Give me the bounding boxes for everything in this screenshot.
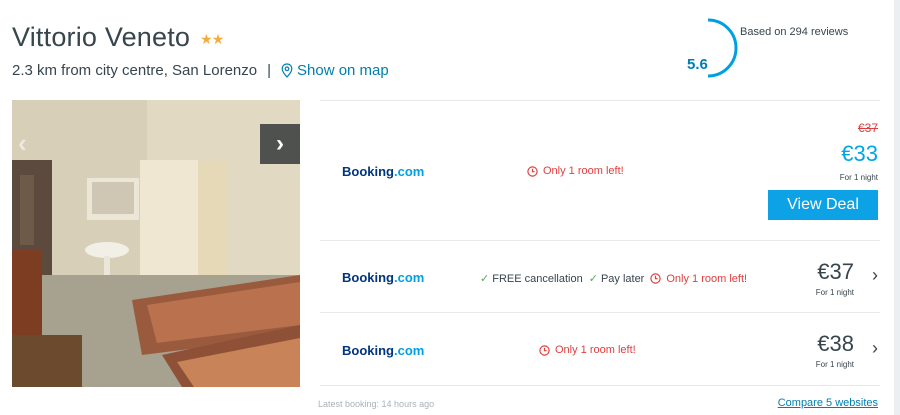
chevron-right-icon[interactable]: ›: [872, 338, 878, 359]
provider-logo: Booking.com: [342, 343, 424, 358]
show-on-map-link[interactable]: Show on map: [281, 62, 389, 79]
scrollbar-track[interactable]: [894, 0, 900, 415]
review-count[interactable]: Based on 294 reviews: [740, 26, 848, 38]
map-pin-icon: [281, 63, 293, 78]
original-price: €37: [857, 121, 878, 135]
gallery-next-button[interactable]: ›: [260, 124, 300, 164]
clock-icon: [527, 165, 538, 177]
availability-text: Only 1 room left!: [666, 272, 748, 285]
clock-icon: [539, 344, 550, 356]
price-per-night: For 1 night: [839, 173, 878, 182]
hotel-room-image: [12, 100, 300, 387]
star-rating-icon: ★★: [200, 31, 224, 47]
compare-websites-link[interactable]: Compare 5 websites: [778, 397, 878, 409]
deal-row[interactable]: Booking.com ✓ FREE cancellation ✓ Pay late…: [320, 240, 880, 312]
provider-logo: Booking.com: [342, 164, 424, 179]
provider-suffix: .com: [394, 164, 425, 179]
deal-row[interactable]: Booking.com Only 1 room left! €37 €33 Fo…: [320, 100, 880, 240]
checkmark-icon: ✓: [480, 273, 490, 285]
price-per-night: For 1 night: [815, 360, 854, 369]
deal-perks: ✓ FREE cancellation ✓ Pay later Only 1 roo…: [480, 272, 753, 286]
availability-alert: Only 1 room left!: [527, 165, 624, 177]
provider-name: Booking: [342, 343, 394, 358]
provider-logo: Booking.com: [342, 270, 424, 285]
deal-price: €33: [841, 141, 878, 166]
hotel-photo[interactable]: [12, 100, 300, 387]
location-row: 2.3 km from city centre, San Lorenzo | S…: [12, 62, 389, 79]
perk-pay-later: ✓ Pay later: [588, 272, 645, 286]
perk-label: Pay later: [600, 272, 645, 285]
provider-suffix: .com: [394, 270, 425, 285]
availability-text: Only 1 room left!: [555, 344, 636, 356]
distance-text: 2.3 km from city centre, San Lorenzo: [12, 62, 258, 79]
availability-alert: Only 1 room left!: [539, 344, 636, 356]
latest-booking-note: Latest booking: 14 hours ago: [318, 399, 435, 409]
deal-price: €38: [817, 331, 854, 356]
deal-row[interactable]: Booking.com Only 1 room left! €38 For 1 …: [320, 312, 880, 386]
hotel-title-row: Vittorio Veneto ★★: [12, 22, 224, 53]
view-deal-button[interactable]: View Deal: [768, 190, 878, 220]
provider-name: Booking: [342, 270, 394, 285]
hotel-result-card: Vittorio Veneto ★★ 2.3 km from city cent…: [0, 0, 900, 415]
rating-block: 5.6 Based on 294 reviews: [678, 18, 898, 78]
provider-suffix: .com: [394, 343, 425, 358]
availability-alert: Only 1 room left!: [650, 273, 747, 285]
location-separator: |: [267, 62, 272, 79]
chevron-right-icon: ›: [276, 130, 284, 157]
availability-text: Only 1 room left!: [543, 165, 624, 177]
perk-label: FREE cancellation: [492, 272, 583, 285]
checkmark-icon: ✓: [588, 273, 598, 285]
rating-score: 5.6: [687, 56, 708, 73]
chevron-right-icon[interactable]: ›: [872, 265, 878, 286]
perk-free-cancellation: ✓ FREE cancellation: [480, 272, 583, 286]
provider-name: Booking: [342, 164, 394, 179]
clock-icon: [650, 273, 662, 284]
gallery-prev-button[interactable]: ‹: [18, 128, 27, 159]
price-per-night: For 1 night: [815, 288, 854, 297]
hotel-name[interactable]: Vittorio Veneto: [12, 22, 190, 53]
show-on-map-label: Show on map: [297, 62, 389, 79]
deal-price: €37: [817, 259, 854, 284]
